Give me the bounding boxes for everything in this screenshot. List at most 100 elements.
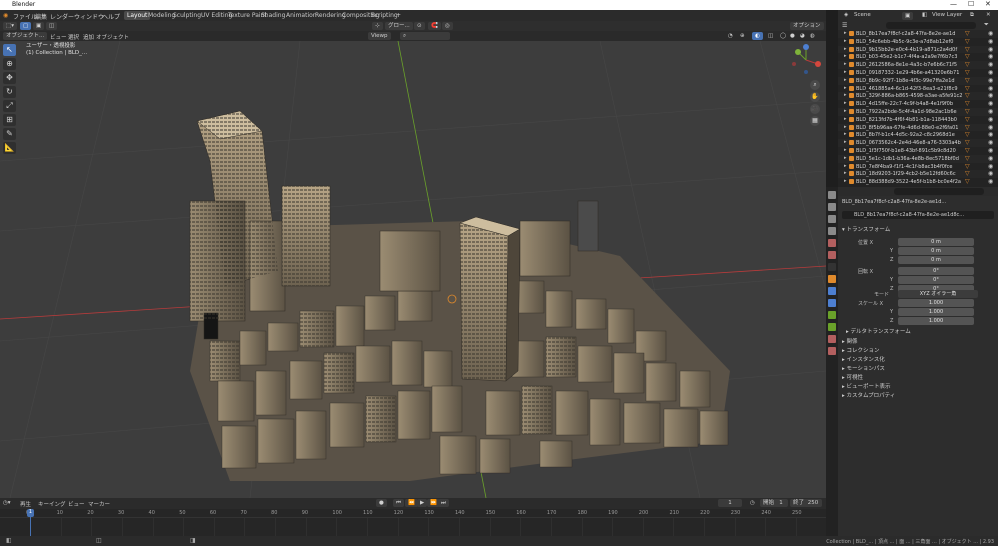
select-box-icon[interactable]: ▢	[20, 22, 32, 30]
xray-icon[interactable]: ◫	[768, 33, 773, 39]
menu-render[interactable]: レンダー	[50, 12, 74, 21]
timeline-area[interactable]: 0102030405060708090100110120130140150160…	[0, 509, 826, 536]
shading-solid-icon[interactable]: ●	[790, 33, 795, 39]
rotate-tool-icon[interactable]: ↻	[3, 86, 16, 98]
transform-tool-icon[interactable]: ⊞	[3, 114, 16, 126]
outliner-row[interactable]: ▸ BLD_8b9c-92f7-1b8e-4f3c-99e7ffa2e1d ▽ ◉	[838, 76, 998, 85]
viewport-scene[interactable]	[0, 41, 826, 498]
visibility-eye-icon[interactable]: ◉	[988, 46, 993, 53]
outliner-search-input[interactable]	[886, 22, 976, 29]
expand-triangle-icon[interactable]: ▸	[844, 77, 847, 83]
visibility-eye-icon[interactable]: ◉	[988, 124, 993, 131]
visibility-eye-icon[interactable]: ◉	[988, 69, 993, 76]
visibility-eye-icon[interactable]: ◉	[988, 38, 993, 45]
object-tab-icon[interactable]	[828, 275, 836, 283]
timeline-menu-view[interactable]: ビュー	[68, 500, 85, 508]
menu-edit[interactable]: 編集	[35, 12, 47, 21]
select-extend-icon[interactable]: ◫	[46, 22, 58, 30]
instancing-section-header[interactable]: ▸ インスタンス化	[842, 355, 885, 363]
visibility-eye-icon[interactable]: ◉	[988, 77, 993, 84]
rotation-x-field[interactable]: 0°	[898, 267, 974, 275]
expand-triangle-icon[interactable]: ▸	[844, 147, 847, 153]
location-z-field[interactable]: 0 m	[898, 256, 974, 264]
cursor-tool-icon[interactable]: ⊕	[3, 58, 16, 70]
render-tab-icon[interactable]	[828, 203, 836, 211]
collections-section-header[interactable]: ▸ コレクション	[842, 346, 880, 354]
shading-rendered-icon[interactable]: ◍	[810, 33, 815, 39]
play-icon[interactable]: ▶	[417, 499, 428, 507]
expand-triangle-icon[interactable]: ▸	[844, 100, 847, 106]
outliner-row[interactable]: ▸ BLD_09187332-1e29-4b6e-a41320e6b71 ▽ ◉	[838, 69, 998, 77]
expand-triangle-icon[interactable]: ▸	[844, 163, 847, 169]
menu-window[interactable]: ウィンドウ	[74, 12, 104, 21]
visibility-eye-icon[interactable]: ◉	[988, 108, 993, 115]
maximize-icon[interactable]: ☐	[968, 0, 974, 8]
physics-tab-icon[interactable]	[828, 311, 836, 319]
visibility-eye-icon[interactable]: ◉	[988, 61, 993, 68]
scale-y-field[interactable]: 1.000	[898, 308, 974, 316]
outliner-row[interactable]: ▸ BLD_461885a4-6c1d-42f3-8ea3-e21f8c9 ▽ ◉	[838, 84, 998, 93]
timeline-menu-marker[interactable]: マーカー	[88, 500, 110, 508]
viewport-search-icon[interactable]: ⌕	[400, 32, 450, 40]
outliner-row[interactable]: ▸ BLD_8f5b96aa-67fe-4d6d-88e0-e2f6fa01 ▽ ◉	[838, 123, 998, 132]
orientation-icon[interactable]: ⊹	[372, 22, 383, 30]
menu-select[interactable]: 選択	[68, 33, 79, 41]
tool-tab-icon[interactable]	[828, 191, 836, 199]
modifier-tab-icon[interactable]	[828, 287, 836, 295]
visibility-eye-icon[interactable]: ◉	[988, 53, 993, 60]
playhead[interactable]: 1	[27, 509, 34, 517]
outliner-row[interactable]: ▸ BLD_8b7f-b1c4-4d5c-92a2-c8c2968d1e ▽ ◉	[838, 131, 998, 140]
scene-browse-button[interactable]: ▣	[902, 12, 914, 20]
outliner-display-mode-icon[interactable]: ☰	[842, 22, 847, 29]
filter-icon[interactable]: ⏷	[984, 21, 989, 29]
view-layer-tab-icon[interactable]	[828, 227, 836, 235]
expand-triangle-icon[interactable]: ▸	[844, 85, 847, 91]
viewlayer-name[interactable]: View Layer	[932, 12, 962, 18]
expand-triangle-icon[interactable]: ▸	[844, 38, 847, 44]
visibility-eye-icon[interactable]: ◉	[988, 170, 993, 177]
location-x-field[interactable]: 0 m	[898, 238, 974, 246]
pan-icon[interactable]: ✋	[810, 92, 820, 102]
outliner-row[interactable]: ▸ BLD_18d9203-1f29-4cb2-b5e12fd60c6c ▽ ◉	[838, 170, 998, 179]
world-tab-icon[interactable]	[828, 251, 836, 259]
viewport-overlay-dropdown[interactable]: Viewp	[368, 32, 391, 40]
outliner-row[interactable]: ▸ BLD_88d388d9-3522-4e5f-b1b8-bc0e4f2a ▽ ◉	[838, 178, 998, 187]
scale-x-field[interactable]: 1.000	[898, 299, 974, 307]
visibility-eye-icon[interactable]: ◉	[988, 92, 993, 99]
menu-add[interactable]: 追加	[83, 33, 94, 41]
motion-paths-section-header[interactable]: ▸ モーションパス	[842, 364, 885, 372]
scale-z-field[interactable]: 1.000	[898, 317, 974, 325]
zoom-icon[interactable]: ⌕	[810, 80, 820, 90]
expand-triangle-icon[interactable]: ▸	[844, 92, 847, 98]
current-frame-field[interactable]: 1	[718, 499, 742, 507]
outliner-row[interactable]: ▸ BLD_0673562c4-2e4d-46e8-a76-3303a4b ▽ ◉	[838, 139, 998, 148]
outliner-row[interactable]: ▸ BLD_9b15bb2e-e0c4-4b19-a871c2a4d0f ▽ ◉	[838, 45, 998, 54]
move-tool-icon[interactable]: ✥	[3, 72, 16, 84]
timeline-menu-playback[interactable]: 再生	[20, 500, 31, 508]
viewlayer-icon[interactable]: ◧	[922, 12, 927, 18]
city-model[interactable]	[189, 110, 730, 481]
end-frame-field[interactable]: 250	[804, 499, 822, 507]
expand-triangle-icon[interactable]: ▸	[844, 116, 847, 122]
proportional-edit-icon[interactable]: ◎	[442, 22, 453, 30]
preview-range-icon[interactable]: ◷	[750, 500, 755, 506]
collection-tab-icon[interactable]	[828, 263, 836, 271]
expand-triangle-icon[interactable]: ▸	[844, 30, 847, 36]
measure-tool-icon[interactable]: 📐	[3, 142, 16, 154]
jump-start-icon[interactable]: ⏮	[393, 499, 404, 507]
visibility-icon[interactable]: ◔	[728, 33, 733, 39]
record-icon[interactable]: ●	[376, 499, 387, 507]
viewlayer-copy-icon[interactable]: ⧉	[970, 12, 974, 19]
expand-triangle-icon[interactable]: ▸	[844, 178, 847, 184]
outliner-row[interactable]: ▸ BLD_8213fd7b-4f6f-4b81-b1a-118443b0 ▽ ◉	[838, 115, 998, 124]
minimize-icon[interactable]: —	[950, 0, 957, 8]
expand-triangle-icon[interactable]: ▸	[844, 131, 847, 137]
outliner-row[interactable]: ▸ BLD_5e1c-1db1-b36a-4e8b-8ec5718bf0d ▽ ◉	[838, 154, 998, 163]
menu-file[interactable]: ファイル	[13, 12, 37, 21]
outliner-row[interactable]: ▸ BLD_4d15ffe-22c7-4c9f-b4a8-4e1f9f0b ▽ ◉	[838, 100, 998, 109]
expand-triangle-icon[interactable]: ▸	[844, 69, 847, 75]
transform-section-header[interactable]: ▾ トランスフォーム	[842, 225, 890, 233]
visibility-eye-icon[interactable]: ◉	[988, 100, 993, 107]
scale-tool-icon[interactable]: ⤢	[3, 100, 16, 112]
visibility-eye-icon[interactable]: ◉	[988, 178, 993, 185]
